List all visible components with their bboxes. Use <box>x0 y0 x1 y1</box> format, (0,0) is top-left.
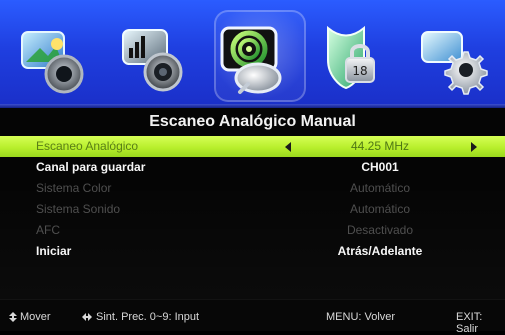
setup-gear-icon-svg <box>421 31 488 95</box>
svg-text:18: 18 <box>352 64 367 78</box>
channel-satellite-icon[interactable] <box>204 18 294 96</box>
menu-row-afc[interactable]: AFC Desactivado <box>0 220 505 241</box>
menu-label: AFC <box>36 223 60 237</box>
menu-value: 44.25 MHz <box>350 139 410 153</box>
title-row: Escaneo Analógico Manual <box>0 108 505 136</box>
picture-icon-svg <box>21 31 84 94</box>
menu-value: Automático <box>349 181 411 195</box>
footer-nav-hint: Sint. Prec. 0~9: Input <box>96 311 200 323</box>
menu-label: Sistema Sonido <box>36 202 121 216</box>
menu-value: Automático <box>349 202 411 216</box>
lock-icon-svg: 18 <box>327 25 375 90</box>
menu-row-sistema-color[interactable]: Sistema Color Automático <box>0 178 505 199</box>
menu-row-canal-para-guardar[interactable]: Canal para guardar CH001 <box>0 157 505 178</box>
menu-value: Desactivado <box>346 223 414 237</box>
menu-row-escaneo-analogico[interactable]: Escaneo Analógico 44.25 MHz <box>0 136 505 157</box>
audio-icon-svg <box>122 29 183 92</box>
footer-menu-hint: MENU: Volver <box>326 311 396 323</box>
footer-mover: Mover <box>20 311 51 323</box>
footer-exit-hint: EXIT: Salir <box>456 311 483 335</box>
menu-label: Sistema Color <box>36 181 112 195</box>
setup-gear-icon[interactable] <box>406 18 492 96</box>
menu-value: CH001 <box>361 160 399 174</box>
page-title: Escaneo Analógico Manual <box>149 113 356 130</box>
footer-help-bar: Mover Sint. Prec. 0~9: Input MENU: Volve… <box>0 299 505 335</box>
menu-label: Canal para guardar <box>36 160 146 174</box>
top-icon-bar: 18 <box>0 0 505 108</box>
up-down-arrows-icon <box>9 312 17 322</box>
menu-label: Escaneo Analógico <box>36 139 139 153</box>
menu-list: Escaneo Analógico 44.25 MHz Canal para g… <box>0 136 505 262</box>
menu-label: Iniciar <box>36 244 72 258</box>
menu-row-sistema-sonido[interactable]: Sistema Sonido Automático <box>0 199 505 220</box>
channel-satellite-icon-svg <box>220 26 282 94</box>
picture-icon[interactable] <box>12 18 98 96</box>
tv-osd-screen: 18 Escaneo Analógico Manual Escaneo Anal… <box>0 0 505 335</box>
menu-value: Atrás/Adelante <box>337 244 423 258</box>
right-arrow-icon[interactable] <box>471 142 477 152</box>
audio-icon[interactable] <box>111 18 197 96</box>
left-right-arrows-icon <box>82 313 92 321</box>
lock-icon[interactable]: 18 <box>306 18 392 96</box>
menu-row-iniciar[interactable]: Iniciar Atrás/Adelante <box>0 241 505 262</box>
